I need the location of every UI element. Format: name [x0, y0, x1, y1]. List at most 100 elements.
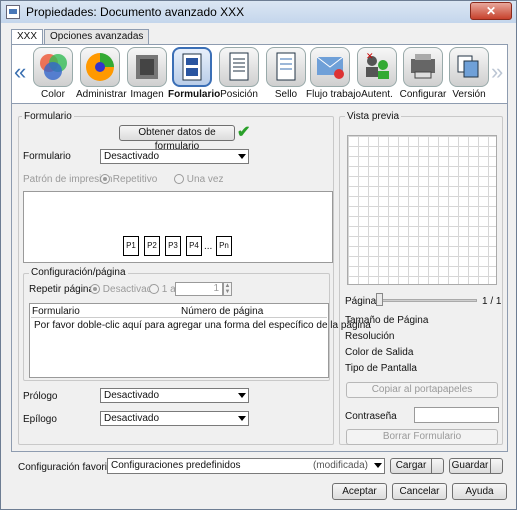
help-button[interactable]: Ayuda — [452, 483, 507, 500]
chevron-down-icon — [238, 416, 246, 421]
prologue-select[interactable]: Desactivado — [100, 388, 249, 403]
toolbar-workflow[interactable]: Flujo trabajo — [306, 47, 362, 103]
toolbar-label: Color — [41, 89, 65, 100]
range-label: 1 a — [161, 284, 176, 295]
ok-button[interactable]: Aceptar — [332, 483, 387, 500]
category-toolbar: « Color Administrar Imagen Formulario Po… — [11, 44, 508, 104]
title-bar: Propiedades: Documento avanzado XXX ✕ — [1, 1, 516, 23]
toolbar-label: Posición — [220, 89, 258, 100]
chevron-down-icon — [238, 393, 246, 398]
toolbar-position[interactable]: Posición — [215, 47, 263, 103]
window-title: Propiedades: Documento avanzado XXX — [26, 5, 245, 19]
delete-form-button[interactable]: Borrar Formulario — [346, 429, 498, 445]
tab-strip: XXX Opciones avanzadas — [11, 29, 150, 45]
toolbar-stamp[interactable]: Sello — [262, 47, 310, 103]
password-input[interactable] — [414, 407, 499, 423]
toolbar-label: Formulario — [168, 89, 221, 100]
color-icon — [33, 47, 73, 87]
epilogue-label: Epílogo — [23, 414, 57, 425]
toolbar-label: Configurar — [399, 89, 447, 100]
chevron-down-icon — [374, 463, 382, 468]
get-form-data-button[interactable]: Obtener datos de formulario — [119, 125, 235, 152]
toolbar-form[interactable]: Formulario — [168, 47, 221, 103]
scroll-left-icon[interactable]: « — [14, 59, 26, 85]
range-radio[interactable]: 1 a — [149, 284, 176, 295]
toolbar-label: Sello — [274, 89, 298, 100]
toolbar-label: Imagen — [130, 89, 164, 100]
load-dropdown-icon[interactable] — [431, 459, 443, 473]
favorites-select[interactable]: Configuraciones predefinidos (modificada… — [107, 458, 385, 474]
load-button[interactable]: Cargar — [390, 458, 444, 474]
image-icon — [127, 47, 167, 87]
palette-icon — [80, 47, 120, 87]
form-select[interactable]: Desactivado — [100, 149, 249, 164]
column-form: Formulario — [32, 306, 80, 317]
epilogue-select[interactable]: Desactivado — [100, 411, 249, 426]
range-spinner[interactable]: ▲ ▼ — [223, 282, 232, 296]
epilogue-value: Desactivado — [104, 413, 160, 424]
resolution-info: Resolución — [345, 331, 395, 342]
toolbar-image[interactable]: Imagen — [123, 47, 171, 103]
form-section-label: Formulario — [22, 111, 74, 122]
screen-type-info: Tipo de Pantalla — [345, 363, 417, 374]
repeat-pages-label: Repetir páginas — [29, 284, 100, 295]
page-p3: P3 — [165, 236, 181, 256]
radio-icon — [90, 284, 100, 295]
toolbar-label: Versión — [452, 89, 486, 100]
once-radio-label: Una vez — [186, 174, 224, 185]
cancel-button[interactable]: Cancelar — [392, 483, 447, 500]
range-to-input[interactable]: 1 — [175, 282, 223, 296]
close-button[interactable]: ✕ — [470, 2, 512, 20]
toolbar-label: Administrar — [76, 89, 127, 100]
scroll-right-icon[interactable]: » — [491, 59, 503, 85]
save-button[interactable]: Guardar — [449, 458, 503, 474]
repeat-off-radio[interactable]: Desactivado — [90, 284, 158, 295]
favorites-value: Configuraciones predefinidos — [111, 460, 241, 471]
page-slider-track[interactable] — [377, 299, 477, 302]
copy-clipboard-button[interactable]: Copiar al portapapeles — [346, 382, 498, 398]
tab-xxx[interactable]: XXX — [11, 29, 44, 45]
password-label: Contraseña — [345, 411, 397, 422]
toolbar-authentication[interactable]: ✕ Autent. — [353, 47, 401, 103]
page-slider-thumb[interactable] — [376, 293, 383, 306]
prologue-value: Desactivado — [104, 390, 160, 401]
table-hint[interactable]: Por favor doble-clic aquí para agregar u… — [34, 320, 371, 331]
toolbar-manage[interactable]: Administrar — [76, 47, 127, 103]
printer-icon — [403, 47, 443, 87]
form-label: Formulario — [23, 151, 71, 162]
save-dropdown-icon[interactable] — [490, 459, 502, 473]
load-label: Cargar — [395, 460, 427, 471]
position-icon — [219, 47, 259, 87]
form-icon — [172, 47, 212, 87]
radio-icon — [100, 174, 110, 185]
column-page-number: Número de página — [181, 306, 264, 317]
repeat-radio[interactable]: Repetitivo — [100, 174, 157, 185]
toolbar-label: Autent. — [361, 89, 393, 100]
toolbar-version[interactable]: Versión — [445, 47, 493, 103]
version-icon — [449, 47, 489, 87]
properties-window: Propiedades: Documento avanzado XXX ✕ XX… — [0, 0, 517, 510]
toolbar-label: Flujo trabajo — [306, 89, 362, 100]
toolbar-configure[interactable]: Configurar — [399, 47, 447, 103]
page-config-label: Configuración/página — [29, 267, 128, 278]
app-icon — [6, 5, 20, 19]
tab-advanced-options[interactable]: Opciones avanzadas — [44, 29, 150, 44]
save-label: Guardar — [451, 460, 489, 471]
stamp-icon — [266, 47, 306, 87]
radio-icon — [149, 284, 159, 295]
once-radio[interactable]: Una vez — [174, 174, 223, 185]
page-p1: P1 — [123, 236, 139, 256]
page-size-info: Tamaño de Página — [345, 315, 429, 326]
page-p4: P4 — [186, 236, 202, 256]
checkmark-icon: ✔ — [237, 124, 251, 141]
prologue-label: Prólogo — [23, 391, 58, 402]
table-divider — [31, 317, 327, 318]
page-pn: Pn — [216, 236, 232, 256]
toolbar-color[interactable]: Color — [29, 47, 77, 103]
page-count: 1 / 1 — [482, 296, 502, 307]
table-header: Formulario Número de página — [32, 306, 327, 317]
workflow-icon — [310, 47, 350, 87]
chevron-down-icon — [238, 154, 246, 159]
authentication-icon: ✕ — [357, 47, 397, 87]
page-ellipsis: ... — [204, 241, 213, 252]
